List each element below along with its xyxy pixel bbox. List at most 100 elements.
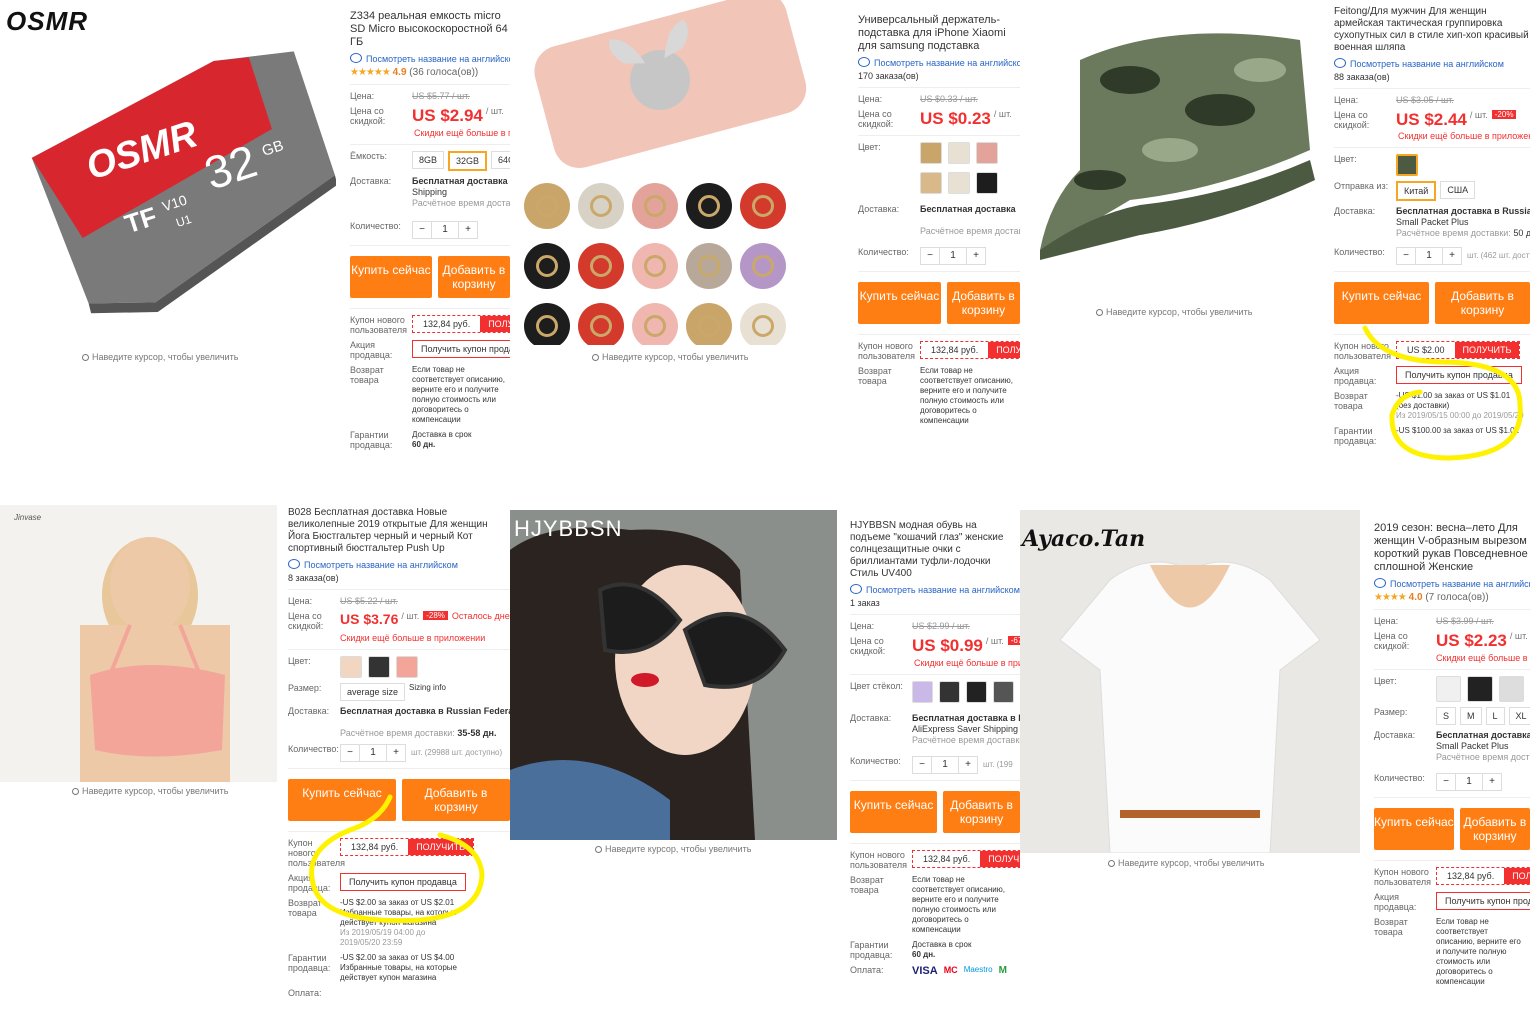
lens-swatch[interactable]: [966, 681, 987, 703]
brand-logo: Ayaco.Tan: [1022, 526, 1146, 552]
ship-from-option[interactable]: США: [1440, 181, 1476, 199]
rating[interactable]: ★★★★ 4.0 (7 голоса(ов)): [1374, 592, 1530, 603]
buy-now-button[interactable]: Купить сейчас: [1374, 808, 1454, 850]
product-image-sunglasses[interactable]: HJYBBSN: [510, 510, 837, 840]
add-to-cart-button[interactable]: Добавить в корзину: [943, 791, 1020, 833]
color-swatch[interactable]: [948, 172, 970, 194]
translate-icon: [858, 57, 870, 67]
color-swatch[interactable]: [920, 172, 942, 194]
ring-variant: [578, 303, 624, 345]
quantity-stepper[interactable]: −1 +: [912, 756, 978, 774]
add-to-cart-button[interactable]: Добавить в корзину: [437, 256, 510, 298]
color-swatch[interactable]: [1436, 676, 1462, 702]
new-user-coupon[interactable]: 132,84 руб.ПОЛУЧИТЬ: [912, 850, 1020, 868]
app-discount-link[interactable]: Скидки ещё больше в приложении: [340, 633, 485, 643]
size-option[interactable]: average size: [340, 683, 406, 701]
color-swatch[interactable]: [1498, 676, 1524, 702]
new-user-coupon[interactable]: US $2.00 ПОЛУЧИТЬ: [1396, 341, 1521, 359]
new-user-coupon[interactable]: 132,84 руб.ПОЛУЧИТЬ: [920, 341, 1020, 359]
zoom-hint: Наведите курсор, чтобы увеличить: [1108, 858, 1264, 868]
seller-coupon-dropdown[interactable]: Получить купон продавца: [1396, 366, 1522, 384]
quantity-stepper[interactable]: −1 +: [340, 744, 406, 762]
buy-now-button[interactable]: Купить сейчас: [350, 256, 432, 298]
zoom-hint: Наведите курсор, чтобы увеличить: [595, 844, 751, 854]
lens-swatch[interactable]: [993, 681, 1014, 703]
minus-button[interactable]: −: [921, 248, 939, 264]
seller-coupon-dropdown[interactable]: Получить купон продавца: [1436, 892, 1530, 910]
order-count: 88 заказа(ов): [1334, 72, 1390, 82]
quantity-stepper[interactable]: −1 +: [412, 221, 478, 239]
zoom-hint: Наведите курсор, чтобы увеличить: [82, 352, 238, 362]
product-title: Z334 реальная емкость micro SD Micro выс…: [350, 10, 508, 48]
plus-button[interactable]: +: [1483, 774, 1501, 790]
new-user-coupon[interactable]: 132,84 руб.ПОЛУЧИТЬ: [412, 315, 510, 333]
seller-coupon-dropdown[interactable]: Получить купон продавца: [340, 873, 466, 891]
product-title: Feitong/Для мужчин Для женщин армейская …: [1334, 6, 1529, 53]
plus-button[interactable]: +: [387, 745, 405, 761]
ring-icon: [752, 255, 774, 277]
en-title-link[interactable]: Посмотреть название на английском: [1334, 58, 1530, 69]
minus-button[interactable]: −: [1437, 774, 1455, 790]
color-swatch[interactable]: [920, 142, 942, 164]
sale-price: US $2.94: [412, 106, 483, 125]
size-option[interactable]: M: [1460, 707, 1482, 725]
lens-swatch[interactable]: [912, 681, 933, 703]
seller-coupon-details: -US $2.00 за заказ от US $2.01 Избранные …: [340, 898, 457, 947]
color-swatch[interactable]: [948, 142, 970, 164]
minus-button[interactable]: −: [341, 745, 359, 761]
lens-swatch[interactable]: [939, 681, 960, 703]
plus-button[interactable]: +: [459, 222, 477, 238]
size-option[interactable]: XL: [1508, 707, 1530, 725]
plus-button[interactable]: +: [967, 248, 985, 264]
new-user-coupon[interactable]: 132,84 руб.ПОЛУЧИТЬ: [1436, 867, 1530, 885]
product-image-tshirt[interactable]: Ayaco.Tan: [1020, 510, 1360, 853]
add-to-cart-button[interactable]: Добавить в корзину: [946, 282, 1020, 324]
en-title-link[interactable]: Посмотреть название на английском: [850, 584, 1020, 595]
size-option[interactable]: S: [1436, 707, 1457, 725]
buy-now-button[interactable]: Купить сейчас: [1334, 282, 1429, 324]
minus-button[interactable]: −: [1397, 248, 1415, 264]
product-image-bra[interactable]: Jinvase: [0, 505, 277, 782]
en-title-link[interactable]: Посмотреть название на английском: [350, 53, 510, 64]
color-swatch[interactable]: [1467, 676, 1493, 702]
app-discount-link[interactable]: Скидки ещё больше в приложении: [914, 658, 1020, 668]
plus-button[interactable]: +: [1443, 248, 1461, 264]
ship-from-option-selected[interactable]: Китай: [1396, 181, 1437, 201]
color-swatch[interactable]: [340, 656, 362, 678]
new-user-coupon[interactable]: 132,84 руб.ПОЛУЧИТЬ: [340, 838, 475, 856]
product-image-sd-card[interactable]: OSMR OSMR 32 GB TF V10 U1: [0, 0, 336, 345]
quantity-stepper[interactable]: −1 +: [1396, 247, 1462, 265]
color-swatch[interactable]: [976, 142, 998, 164]
sizing-info-link[interactable]: Sizing info: [409, 683, 446, 693]
color-swatch-selected[interactable]: [1396, 154, 1418, 176]
app-discount-link[interactable]: Скидки ещё больше в приложении: [414, 128, 510, 138]
color-swatch[interactable]: [976, 172, 998, 194]
quantity-stepper[interactable]: −1 +: [920, 247, 986, 265]
en-title-link[interactable]: Посмотреть название на английском: [1374, 578, 1530, 589]
minus-button[interactable]: −: [913, 757, 931, 773]
product-image-phone-ring[interactable]: [510, 0, 846, 345]
add-to-cart-button[interactable]: Добавить в корзину: [1435, 282, 1530, 324]
add-to-cart-button[interactable]: Добавить в корзину: [1459, 808, 1530, 850]
en-title-link[interactable]: Посмотреть название на английском: [288, 559, 510, 570]
color-swatch[interactable]: [368, 656, 390, 678]
capacity-option[interactable]: 8GB: [412, 151, 445, 169]
buy-now-button[interactable]: Купить сейчас: [858, 282, 941, 324]
quantity-stepper[interactable]: −1 +: [1436, 773, 1502, 791]
product-image-cap[interactable]: [1020, 0, 1320, 310]
rating[interactable]: ★★★★★ 4.9 (36 голоса(ов)): [350, 67, 510, 78]
buy-now-button[interactable]: Купить сейчас: [850, 791, 938, 833]
seller-coupon-dropdown[interactable]: Получить купон продавца: [412, 340, 510, 358]
en-title-link[interactable]: Посмотреть название на английском: [858, 57, 1020, 68]
size-option[interactable]: L: [1485, 707, 1505, 725]
app-discount-link[interactable]: Скидки ещё больше в приложении: [1398, 131, 1530, 141]
buy-now-button[interactable]: Купить сейчас: [288, 779, 396, 821]
add-to-cart-button[interactable]: Добавить в корзину: [402, 779, 510, 821]
capacity-option[interactable]: 64GB: [491, 151, 510, 169]
plus-button[interactable]: +: [959, 757, 977, 773]
minus-button[interactable]: −: [413, 222, 431, 238]
ring-variant: [740, 303, 786, 345]
color-swatch[interactable]: [396, 656, 418, 678]
app-discount-link[interactable]: Скидки ещё больше в приложении: [1436, 653, 1530, 663]
capacity-option-selected[interactable]: 32GB: [448, 151, 488, 171]
